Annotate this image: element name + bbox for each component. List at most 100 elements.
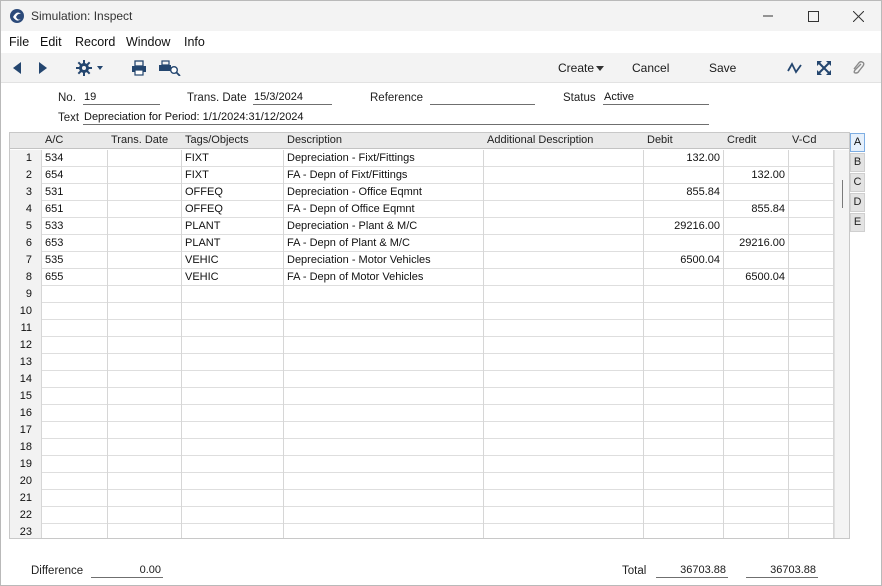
- description-cell[interactable]: Depreciation - Plant & M/C: [284, 218, 484, 235]
- additional-description-cell[interactable]: [484, 218, 644, 235]
- trans-date-cell[interactable]: [108, 456, 182, 473]
- trans-date-cell[interactable]: [108, 269, 182, 286]
- credit-cell[interactable]: [724, 218, 789, 235]
- ac-cell[interactable]: [42, 524, 108, 538]
- ac-cell[interactable]: [42, 405, 108, 422]
- vcd-cell[interactable]: [789, 269, 834, 286]
- trans-date-cell[interactable]: [108, 337, 182, 354]
- column-header-ac[interactable]: A/C: [45, 134, 63, 146]
- tags-cell[interactable]: [182, 473, 284, 490]
- tags-cell[interactable]: [182, 337, 284, 354]
- ac-cell[interactable]: [42, 439, 108, 456]
- debit-cell[interactable]: [644, 371, 724, 388]
- menu-file[interactable]: File: [9, 35, 29, 49]
- tags-cell[interactable]: FIXT: [182, 150, 284, 167]
- no-field[interactable]: 19: [83, 91, 160, 105]
- additional-description-cell[interactable]: [484, 473, 644, 490]
- ac-cell[interactable]: 651: [42, 201, 108, 218]
- ac-cell[interactable]: [42, 354, 108, 371]
- ac-cell[interactable]: [42, 507, 108, 524]
- vcd-cell[interactable]: [789, 252, 834, 269]
- tags-cell[interactable]: [182, 456, 284, 473]
- credit-cell[interactable]: [724, 405, 789, 422]
- trans-date-cell[interactable]: [108, 235, 182, 252]
- tags-cell[interactable]: PLANT: [182, 218, 284, 235]
- additional-description-cell[interactable]: [484, 507, 644, 524]
- additional-description-cell[interactable]: [484, 303, 644, 320]
- column-header-credit[interactable]: Credit: [727, 134, 756, 146]
- vcd-cell[interactable]: [789, 439, 834, 456]
- debit-cell[interactable]: [644, 439, 724, 456]
- credit-cell[interactable]: [724, 473, 789, 490]
- table-row[interactable]: 19: [10, 456, 834, 473]
- description-cell[interactable]: FA - Depn of Fixt/Fittings: [284, 167, 484, 184]
- debit-cell[interactable]: 29216.00: [644, 218, 724, 235]
- cancel-button[interactable]: Cancel: [632, 61, 669, 75]
- trans-date-cell[interactable]: [108, 490, 182, 507]
- debit-cell[interactable]: [644, 167, 724, 184]
- vcd-cell[interactable]: [789, 388, 834, 405]
- credit-cell[interactable]: [724, 337, 789, 354]
- vcd-cell[interactable]: [789, 286, 834, 303]
- menu-info[interactable]: Info: [184, 35, 205, 49]
- credit-cell[interactable]: 132.00: [724, 167, 789, 184]
- debit-cell[interactable]: 855.84: [644, 184, 724, 201]
- ac-cell[interactable]: [42, 422, 108, 439]
- column-header-debit[interactable]: Debit: [647, 134, 673, 146]
- table-row[interactable]: 15: [10, 388, 834, 405]
- tags-cell[interactable]: [182, 490, 284, 507]
- ac-cell[interactable]: [42, 303, 108, 320]
- operations-menu-button[interactable]: [76, 60, 106, 76]
- debit-cell[interactable]: [644, 473, 724, 490]
- vcd-cell[interactable]: [789, 337, 834, 354]
- debit-cell[interactable]: [644, 422, 724, 439]
- table-row[interactable]: 7 535 VEHIC Depreciation - Motor Vehicles 65…: [10, 252, 834, 269]
- tags-cell[interactable]: [182, 320, 284, 337]
- additional-description-cell[interactable]: [484, 184, 644, 201]
- table-row[interactable]: 17: [10, 422, 834, 439]
- trans-date-cell[interactable]: [108, 303, 182, 320]
- vcd-cell[interactable]: [789, 218, 834, 235]
- trans-date-cell[interactable]: [108, 439, 182, 456]
- additional-description-cell[interactable]: [484, 201, 644, 218]
- description-cell[interactable]: [284, 388, 484, 405]
- reference-field[interactable]: [430, 91, 535, 105]
- debit-cell[interactable]: [644, 337, 724, 354]
- tags-cell[interactable]: [182, 439, 284, 456]
- credit-cell[interactable]: [724, 456, 789, 473]
- menu-record[interactable]: Record: [75, 35, 115, 49]
- vcd-cell[interactable]: [789, 473, 834, 490]
- print-button[interactable]: [130, 60, 148, 76]
- description-cell[interactable]: [284, 507, 484, 524]
- description-cell[interactable]: Depreciation - Office Eqmnt: [284, 184, 484, 201]
- additional-description-cell[interactable]: [484, 269, 644, 286]
- save-button[interactable]: Save: [709, 61, 736, 75]
- trans-date-cell[interactable]: [108, 201, 182, 218]
- vcd-cell[interactable]: [789, 184, 834, 201]
- column-header-additional-description[interactable]: Additional Description: [487, 134, 593, 146]
- trans-date-cell[interactable]: [108, 473, 182, 490]
- vcd-cell[interactable]: [789, 524, 834, 538]
- column-header-description[interactable]: Description: [287, 134, 342, 146]
- trans-date-cell[interactable]: [108, 354, 182, 371]
- credit-cell[interactable]: [724, 286, 789, 303]
- debit-cell[interactable]: [644, 524, 724, 538]
- description-cell[interactable]: FA - Depn of Office Eqmnt: [284, 201, 484, 218]
- column-header-trans-date[interactable]: Trans. Date: [111, 134, 168, 146]
- table-row[interactable]: 21: [10, 490, 834, 507]
- table-row[interactable]: 11: [10, 320, 834, 337]
- tags-cell[interactable]: [182, 422, 284, 439]
- debit-cell[interactable]: [644, 456, 724, 473]
- table-row[interactable]: 14: [10, 371, 834, 388]
- ac-cell[interactable]: [42, 286, 108, 303]
- table-row[interactable]: 10: [10, 303, 834, 320]
- side-tab-b[interactable]: B: [850, 153, 865, 172]
- additional-description-cell[interactable]: [484, 354, 644, 371]
- tags-cell[interactable]: PLANT: [182, 235, 284, 252]
- tags-cell[interactable]: VEHIC: [182, 269, 284, 286]
- additional-description-cell[interactable]: [484, 439, 644, 456]
- vcd-cell[interactable]: [789, 371, 834, 388]
- vcd-cell[interactable]: [789, 456, 834, 473]
- minimize-button[interactable]: [745, 1, 791, 31]
- trans-date-cell[interactable]: [108, 524, 182, 538]
